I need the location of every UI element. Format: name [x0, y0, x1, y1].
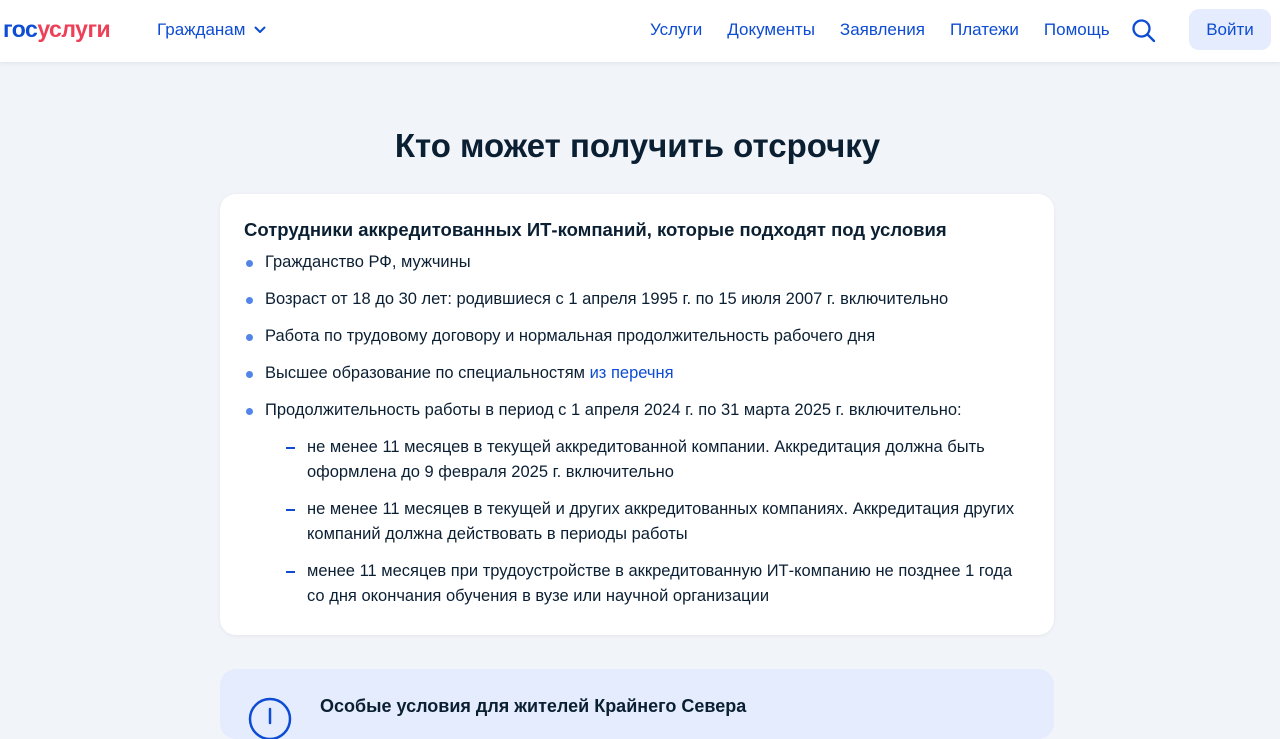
nav-item-services[interactable]: Услуги — [650, 18, 702, 42]
bullet-icon — [246, 408, 253, 415]
condition-text: Возраст от 18 до 30 лет: родившиеся с 1 … — [265, 290, 949, 308]
bullet-icon — [246, 260, 253, 267]
work-period-options: не менее 11 месяцев в текущей аккредитов… — [265, 435, 1030, 609]
conditions-list: Гражданство РФ, мужчины Возраст от 18 до… — [244, 250, 1030, 609]
condition-text: Продолжительность работы в период с 1 ап… — [265, 401, 962, 419]
card-title: Сотрудники аккредитованных ИТ-компаний, … — [244, 219, 947, 240]
audience-label: Гражданам — [157, 20, 246, 39]
bullet-icon — [246, 297, 253, 304]
far-north-notice: Особые условия для жителей Крайнего Севе… — [220, 669, 1054, 739]
condition-text: Гражданство РФ, мужчины — [265, 253, 471, 271]
site-header: госуслуги Гражданам Услуги Документы Зая… — [0, 0, 1280, 62]
subcondition-text: не менее 11 месяцев в текущей и других а… — [307, 500, 1015, 543]
nav-item-documents[interactable]: Документы — [727, 18, 815, 42]
notice-title: Особые условия для жителей Крайнего Севе… — [320, 696, 747, 716]
specialties-list-link[interactable]: из перечня — [590, 364, 674, 382]
condition-age: Возраст от 18 до 30 лет: родившиеся с 1 … — [244, 287, 1030, 311]
logo-part-uslugi: услуги — [37, 16, 111, 42]
condition-citizenship: Гражданство РФ, мужчины — [244, 250, 1030, 274]
logo-part-gos: гос — [3, 16, 38, 42]
dash-icon — [286, 509, 295, 511]
chevron-down-icon — [254, 26, 266, 33]
audience-selector[interactable]: Гражданам — [157, 18, 266, 42]
nav-item-payments[interactable]: Платежи — [950, 18, 1019, 42]
subcondition-text: менее 11 месяцев при трудоустройстве в а… — [307, 562, 1013, 605]
dash-icon — [286, 571, 295, 573]
condition-work-period: Продолжительность работы в период с 1 ап… — [244, 398, 1030, 609]
login-button[interactable]: Войти — [1189, 9, 1271, 50]
info-icon — [248, 697, 292, 739]
subcondition-item: не менее 11 месяцев в текущей аккредитов… — [265, 435, 1030, 485]
eligibility-card: Сотрудники аккредитованных ИТ-компаний, … — [220, 194, 1054, 635]
condition-education: Высшее образование по специальностям из … — [244, 361, 1030, 385]
subcondition-item: не менее 11 месяцев в текущей и других а… — [265, 497, 1030, 547]
dash-icon — [286, 447, 295, 449]
page-title: Кто может получить отсрочку — [394, 127, 881, 164]
bullet-icon — [246, 371, 253, 378]
condition-employment: Работа по трудовому договору и нормальна… — [244, 324, 1030, 348]
subcondition-text: не менее 11 месяцев в текущей аккредитов… — [307, 438, 985, 481]
search-icon — [1132, 19, 1156, 43]
nav-item-applications[interactable]: Заявления — [840, 18, 925, 42]
main-nav: Услуги Документы Заявления Платежи Помощ… — [650, 18, 1110, 42]
nav-item-help[interactable]: Помощь — [1044, 18, 1110, 42]
condition-text: Высшее образование по специальностям — [265, 364, 585, 382]
condition-text: Работа по трудовому договору и нормальна… — [265, 327, 876, 345]
search-button[interactable] — [1131, 18, 1157, 44]
bullet-icon — [246, 334, 253, 341]
gosuslugi-logo[interactable]: госуслуги — [3, 14, 111, 44]
subcondition-item: менее 11 месяцев при трудоустройстве в а… — [265, 559, 1030, 609]
